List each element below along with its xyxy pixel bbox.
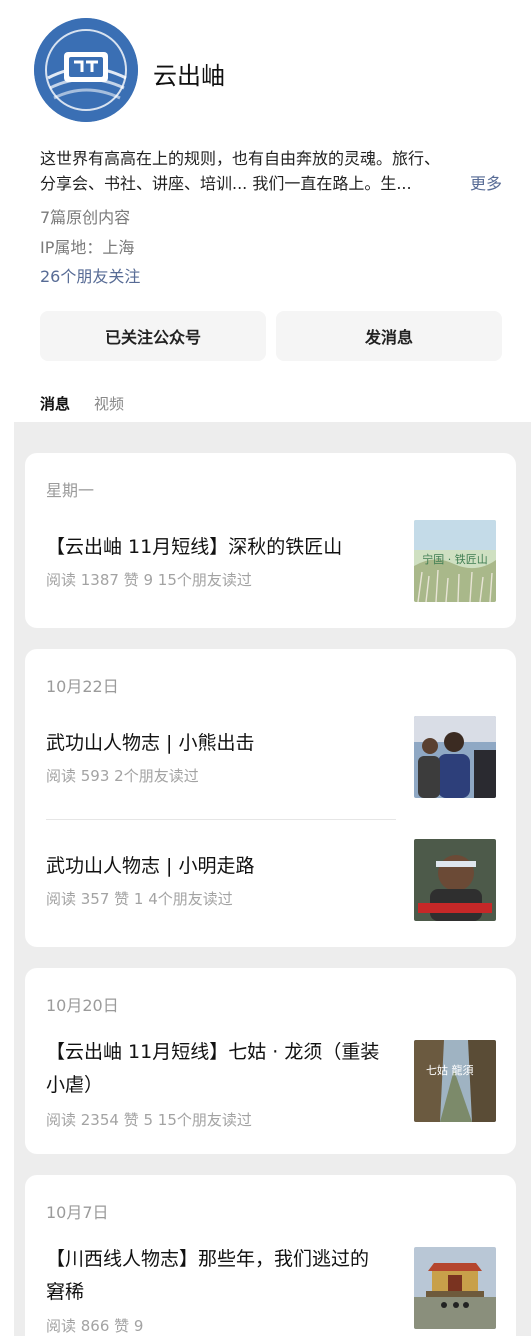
thumbnail-caption: 宁国 · 铁匠山 bbox=[422, 552, 488, 566]
article-group-card: 10月20日 【云出岫 11月短线】七姑 · 龙须（重装 小虐） 阅读 2354… bbox=[25, 968, 516, 1154]
article-item[interactable]: 【川西线人物志】那些年，我们逃过的 窘稀 阅读 866 赞 9 bbox=[46, 1241, 496, 1336]
article-thumbnail bbox=[414, 1247, 496, 1329]
friends-following-link[interactable]: 26个朋友关注 bbox=[40, 263, 140, 287]
tab-videos[interactable]: 视频 bbox=[94, 393, 124, 422]
bio-line-1: 这世界有高高在上的规则，也有自由奔放的灵魂。旅行、 bbox=[40, 149, 441, 168]
group-date: 10月20日 bbox=[46, 996, 119, 1015]
article-title: 【川西线人物志】那些年，我们逃过的 窘稀 bbox=[46, 1243, 396, 1309]
article-thumbnail: 宁国 · 铁匠山 bbox=[414, 520, 496, 602]
article-stats: 阅读 866 赞 9 bbox=[46, 1317, 144, 1335]
account-bio: 这世界有高高在上的规则，也有自由奔放的灵魂。旅行、 分享会、书社、讲座、培训..… bbox=[40, 146, 502, 196]
article-stats: 阅读 593 2个朋友读过 bbox=[46, 767, 199, 785]
ip-location: IP属地：上海 bbox=[40, 238, 135, 257]
article-title: 武功山人物志 | 小熊出击 bbox=[46, 732, 255, 754]
bio-more-link[interactable]: 更多 bbox=[470, 171, 502, 196]
article-title-line-2: 窘稀 bbox=[46, 1281, 85, 1303]
article-stats: 阅读 357 赞 1 4个朋友读过 bbox=[46, 890, 233, 908]
send-message-button[interactable]: 发消息 bbox=[276, 311, 502, 361]
article-group-card: 10月7日 【川西线人物志】那些年，我们逃过的 窘稀 阅读 866 赞 9 bbox=[25, 1175, 516, 1336]
thumbnail-caption: 七姑 龍須 bbox=[426, 1063, 474, 1077]
article-title: 【云出岫 11月短线】深秋的铁匠山 bbox=[46, 536, 343, 558]
article-title-line-1: 【云出岫 11月短线】七姑 · 龙须（重装 bbox=[46, 1041, 380, 1063]
content-tabs: 消息 视频 bbox=[40, 393, 124, 425]
account-avatar[interactable] bbox=[34, 18, 138, 122]
article-stats: 阅读 2354 赞 5 15个朋友读过 bbox=[46, 1111, 252, 1129]
article-group-card: 10月22日 武功山人物志 | 小熊出击 阅读 593 2个朋友读过 武功山人物… bbox=[25, 649, 516, 947]
bio-line-2: 分享会、书社、讲座、培训... 我们一直在路上。生... bbox=[40, 174, 412, 193]
article-title: 武功山人物志 | 小明走路 bbox=[46, 855, 255, 877]
article-thumbnail bbox=[414, 839, 496, 921]
article-group-card: 星期一 【云出岫 11月短线】深秋的铁匠山 阅读 1387 赞 9 15个朋友读… bbox=[25, 453, 516, 628]
group-date: 10月22日 bbox=[46, 677, 119, 696]
account-name: 云出岫 bbox=[153, 62, 225, 90]
group-date: 10月7日 bbox=[46, 1203, 109, 1222]
tab-messages[interactable]: 消息 bbox=[40, 393, 71, 425]
article-title: 【云出岫 11月短线】七姑 · 龙须（重装 小虐） bbox=[46, 1036, 396, 1102]
group-date: 星期一 bbox=[46, 481, 95, 500]
article-title-line-2: 小虐） bbox=[46, 1074, 104, 1096]
article-stats: 阅读 1387 赞 9 15个朋友读过 bbox=[46, 571, 252, 589]
profile-header: 云出岫 这世界有高高在上的规则，也有自由奔放的灵魂。旅行、 分享会、书社、讲座、… bbox=[0, 0, 531, 425]
article-feed: 星期一 【云出岫 11月短线】深秋的铁匠山 阅读 1387 赞 9 15个朋友读… bbox=[14, 422, 531, 1336]
article-item[interactable]: 武功山人物志 | 小熊出击 阅读 593 2个朋友读过 bbox=[46, 715, 496, 799]
article-thumbnail: 七姑 龍須 bbox=[414, 1040, 496, 1122]
article-title-line-1: 【川西线人物志】那些年，我们逃过的 bbox=[46, 1248, 370, 1270]
followed-account-button[interactable]: 已关注公众号 bbox=[40, 311, 266, 361]
article-item[interactable]: 【云出岫 11月短线】深秋的铁匠山 阅读 1387 赞 9 15个朋友读过 宁国… bbox=[46, 519, 496, 603]
article-thumbnail bbox=[414, 716, 496, 798]
article-item[interactable]: 【云出岫 11月短线】七姑 · 龙须（重装 小虐） 阅读 2354 赞 5 15… bbox=[46, 1034, 496, 1134]
article-item[interactable]: 武功山人物志 | 小明走路 阅读 357 赞 1 4个朋友读过 bbox=[46, 838, 496, 922]
original-content-count: 7篇原创内容 bbox=[40, 208, 131, 227]
item-divider bbox=[46, 819, 396, 820]
